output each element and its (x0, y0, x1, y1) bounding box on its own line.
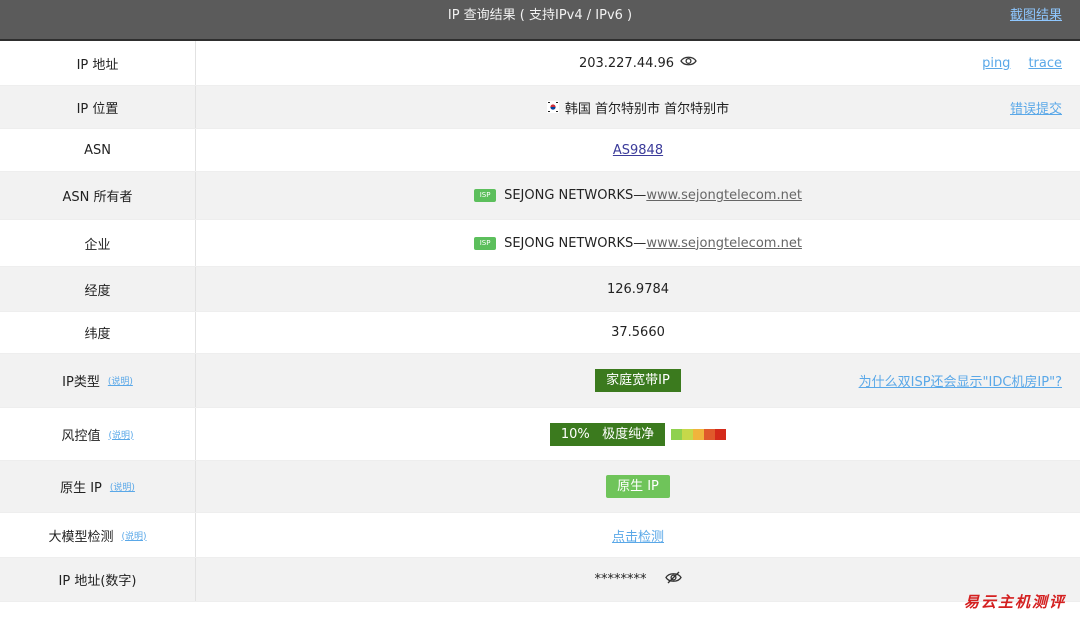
eye-off-icon[interactable] (664, 571, 682, 588)
click-detect-link[interactable]: 点击检测 (612, 526, 664, 545)
row-label: 大模型检测 (说明) (0, 513, 196, 557)
row-label: 风控值 (说明) (0, 408, 196, 460)
ip-type-badge: 家庭宽带IP (595, 369, 681, 392)
ip-type-label: IP类型 (62, 375, 100, 390)
eye-icon[interactable] (680, 55, 697, 71)
latitude-value: 37.5660 (611, 325, 665, 340)
ping-link[interactable]: ping (982, 56, 1010, 71)
risk-score-bar-segment (671, 428, 683, 440)
native-ip-badge: 原生 IP (606, 475, 670, 498)
row-actions: ping trace (982, 41, 1062, 85)
row-label: IP 位置 (0, 86, 196, 128)
risk-score-help-link[interactable]: (说明) (108, 428, 133, 441)
watermark: 易云主机测评 (963, 593, 1066, 611)
risk-score-label: 风控值 (61, 428, 101, 444)
risk-score-badge: 10% 极度纯净 (549, 422, 666, 446)
ip-location-value: 韩国 首尔特别市 首尔特别市 (564, 101, 730, 117)
trace-link[interactable]: trace (1028, 56, 1062, 71)
llm-detection-label: 大模型检测 (48, 529, 114, 545)
llm-detection-help-link[interactable]: (说明) (121, 529, 146, 542)
risk-score-percent: 10% (560, 426, 590, 442)
row-label: 企业 (0, 220, 196, 266)
row-value: 原生 IP (196, 461, 1080, 512)
risk-score-bar-segment (715, 428, 727, 440)
row-value: 37.5660 (196, 312, 1080, 353)
row-label: 纬度 (0, 312, 196, 353)
header: IP 查询结果 ( 支持IPv4 / IPv6 ) 截图结果 (0, 0, 1080, 41)
row-risk-score: 风控值 (说明) 10% 极度纯净 (0, 408, 1080, 461)
row-label: ASN (0, 129, 196, 171)
row-native-ip: 原生 IP (说明) 原生 IP (0, 461, 1080, 513)
why-dual-isp-link[interactable]: 为什么双ISP还会显示"IDC机房IP"? (859, 371, 1062, 390)
risk-score-bar (671, 428, 727, 440)
row-actions: 错误提交 (1010, 86, 1062, 128)
isp-badge: ISP (474, 189, 497, 202)
row-value: AS9848 (196, 129, 1080, 171)
row-company: 企业 ISP SEJONG NETWORKS— www.sejongteleco… (0, 220, 1080, 267)
row-actions: 为什么双ISP还会显示"IDC机房IP"? (859, 354, 1062, 407)
row-ip-address: IP 地址 203.227.44.96 ping trace (0, 41, 1080, 86)
row-label: ASN 所有者 (0, 172, 196, 219)
row-asn: ASN AS9848 (0, 129, 1080, 172)
ip-address-value: 203.227.44.96 (578, 55, 675, 71)
asn-link[interactable]: AS9848 (613, 143, 663, 158)
ip-number-value: ******** (594, 572, 647, 587)
row-ip-type: IP类型 (说明) 家庭宽带IP 为什么双ISP还会显示"IDC机房IP"? (0, 354, 1080, 408)
risk-score-bar-segment (704, 428, 716, 440)
row-latitude: 纬度 37.5660 (0, 312, 1080, 354)
asn-owner-site-link[interactable]: www.sejongtelecom.net (646, 188, 802, 203)
row-asn-owner: ASN 所有者 ISP SEJONG NETWORKS— www.sejongt… (0, 172, 1080, 220)
company-name: SEJONG NETWORKS— (504, 235, 647, 251)
row-label: IP 地址 (0, 41, 196, 85)
row-label: IP类型 (说明) (0, 354, 196, 407)
native-ip-help-link[interactable]: (说明) (110, 480, 135, 493)
isp-badge: ISP (474, 236, 497, 250)
row-value: 10% 极度纯净 (196, 408, 1080, 460)
risk-score-bar-segment (693, 428, 705, 440)
row-value: 126.9784 (196, 267, 1080, 311)
row-ip-location: IP 位置 韩国 首尔特别市 首尔特别市 错误提交 (0, 86, 1080, 129)
row-label: IP 地址(数字) (0, 558, 196, 601)
korea-flag-icon (546, 101, 559, 113)
row-label: 原生 IP (说明) (0, 461, 196, 512)
row-value: ISP SEJONG NETWORKS— www.sejongtelecom.n… (196, 220, 1080, 266)
row-label: 经度 (0, 267, 196, 311)
row-value: ISP SEJONG NETWORKS— www.sejongtelecom.n… (196, 172, 1080, 219)
risk-score-level: 极度纯净 (602, 426, 655, 442)
longitude-value: 126.9784 (606, 281, 670, 297)
row-value: ******** (196, 558, 1080, 601)
row-llm-detection: 大模型检测 (说明) 点击检测 (0, 513, 1080, 558)
company-site-link[interactable]: www.sejongtelecom.net (646, 236, 802, 251)
asn-owner-name: SEJONG NETWORKS— (504, 188, 647, 203)
row-value: 点击检测 (196, 513, 1080, 557)
row-longitude: 经度 126.9784 (0, 267, 1080, 312)
risk-score-bar-segment (682, 428, 694, 440)
screenshot-result-link[interactable]: 截图结果 (1010, 0, 1062, 32)
page-title: IP 查询结果 ( 支持IPv4 / IPv6 ) (447, 8, 633, 23)
row-ip-number: IP 地址(数字) ******** (0, 558, 1080, 602)
ip-type-help-link[interactable]: (说明) (108, 374, 133, 387)
report-error-link[interactable]: 错误提交 (1010, 98, 1062, 117)
native-ip-label: 原生 IP (60, 481, 102, 496)
row-value: 韩国 首尔特别市 首尔特别市 (196, 86, 1080, 128)
row-value: 203.227.44.96 (196, 41, 1080, 85)
